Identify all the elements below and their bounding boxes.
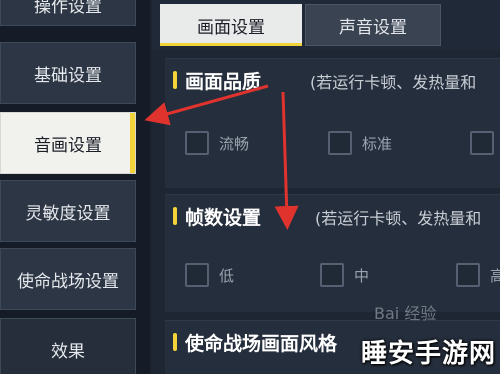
sidebar-item-label: 基础设置 xyxy=(34,65,102,86)
tab-sound[interactable]: 声音设置 xyxy=(305,4,441,46)
tab-label: 画面设置 xyxy=(197,17,265,38)
fps-section: 帧数设置 (若运行卡顿、发热量和 低 中 高 xyxy=(165,194,500,312)
baidu-watermark: Bai 经验 xyxy=(374,304,437,323)
fps-option-high[interactable]: 高 xyxy=(456,263,500,287)
settings-sidebar: 操作设置 基础设置 音画设置 灵敏度设置 使命战场设置 效果 xyxy=(0,0,150,374)
checkbox[interactable] xyxy=(185,263,209,287)
section-note: (若运行卡顿、发热量和 xyxy=(315,209,482,228)
section-title: 使命战场画面风格 xyxy=(185,333,338,355)
section-title: 帧数设置 xyxy=(185,207,262,229)
fps-option-low[interactable]: 低 xyxy=(185,263,234,287)
sidebar-item-basic[interactable]: 基础设置 xyxy=(0,42,136,104)
sidebar-item-battlefield[interactable]: 使命战场设置 xyxy=(0,248,136,310)
quality-option-smooth[interactable]: 流畅 xyxy=(185,131,249,155)
sidebar-item-audio-video[interactable]: 音画设置 xyxy=(0,112,136,174)
sidebar-item-label: 灵敏度设置 xyxy=(25,203,111,224)
section-note: (若运行卡顿、发热量和 xyxy=(310,73,477,92)
fps-option-medium[interactable]: 中 xyxy=(320,263,369,287)
option-label: 高 xyxy=(490,266,500,285)
tab-label: 声音设置 xyxy=(339,17,407,38)
checkbox[interactable] xyxy=(328,131,352,155)
sidebar-item-label: 使命战场设置 xyxy=(17,271,119,292)
section-marker xyxy=(173,207,177,225)
option-label: 标准 xyxy=(362,134,393,153)
checkbox[interactable] xyxy=(456,263,480,287)
section-marker xyxy=(173,333,177,351)
checkbox[interactable] xyxy=(470,131,494,155)
option-label: 低 xyxy=(219,266,235,285)
sidebar-item-sensitivity[interactable]: 灵敏度设置 xyxy=(0,180,136,242)
quality-option-standard[interactable]: 标准 xyxy=(328,131,392,155)
section-title: 画面品质 xyxy=(185,71,262,93)
sidebar-item-label: 操作设置 xyxy=(34,0,102,17)
checkbox[interactable] xyxy=(185,131,209,155)
section-marker xyxy=(173,71,177,89)
sidebar-item-controls[interactable]: 操作设置 xyxy=(0,0,136,26)
quality-option-third[interactable] xyxy=(470,131,494,155)
option-label: 中 xyxy=(354,266,370,285)
tab-display[interactable]: 画面设置 xyxy=(160,4,302,46)
site-watermark: 睡安手游网 xyxy=(360,339,496,369)
checkbox[interactable] xyxy=(320,263,344,287)
option-label: 流畅 xyxy=(219,134,250,153)
sidebar-item-label: 效果 xyxy=(51,341,85,362)
quality-section: 画面品质 (若运行卡顿、发热量和 流畅 标准 xyxy=(165,58,500,188)
sidebar-item-label: 音画设置 xyxy=(34,135,102,156)
sidebar-item-effects[interactable]: 效果 xyxy=(0,318,136,374)
